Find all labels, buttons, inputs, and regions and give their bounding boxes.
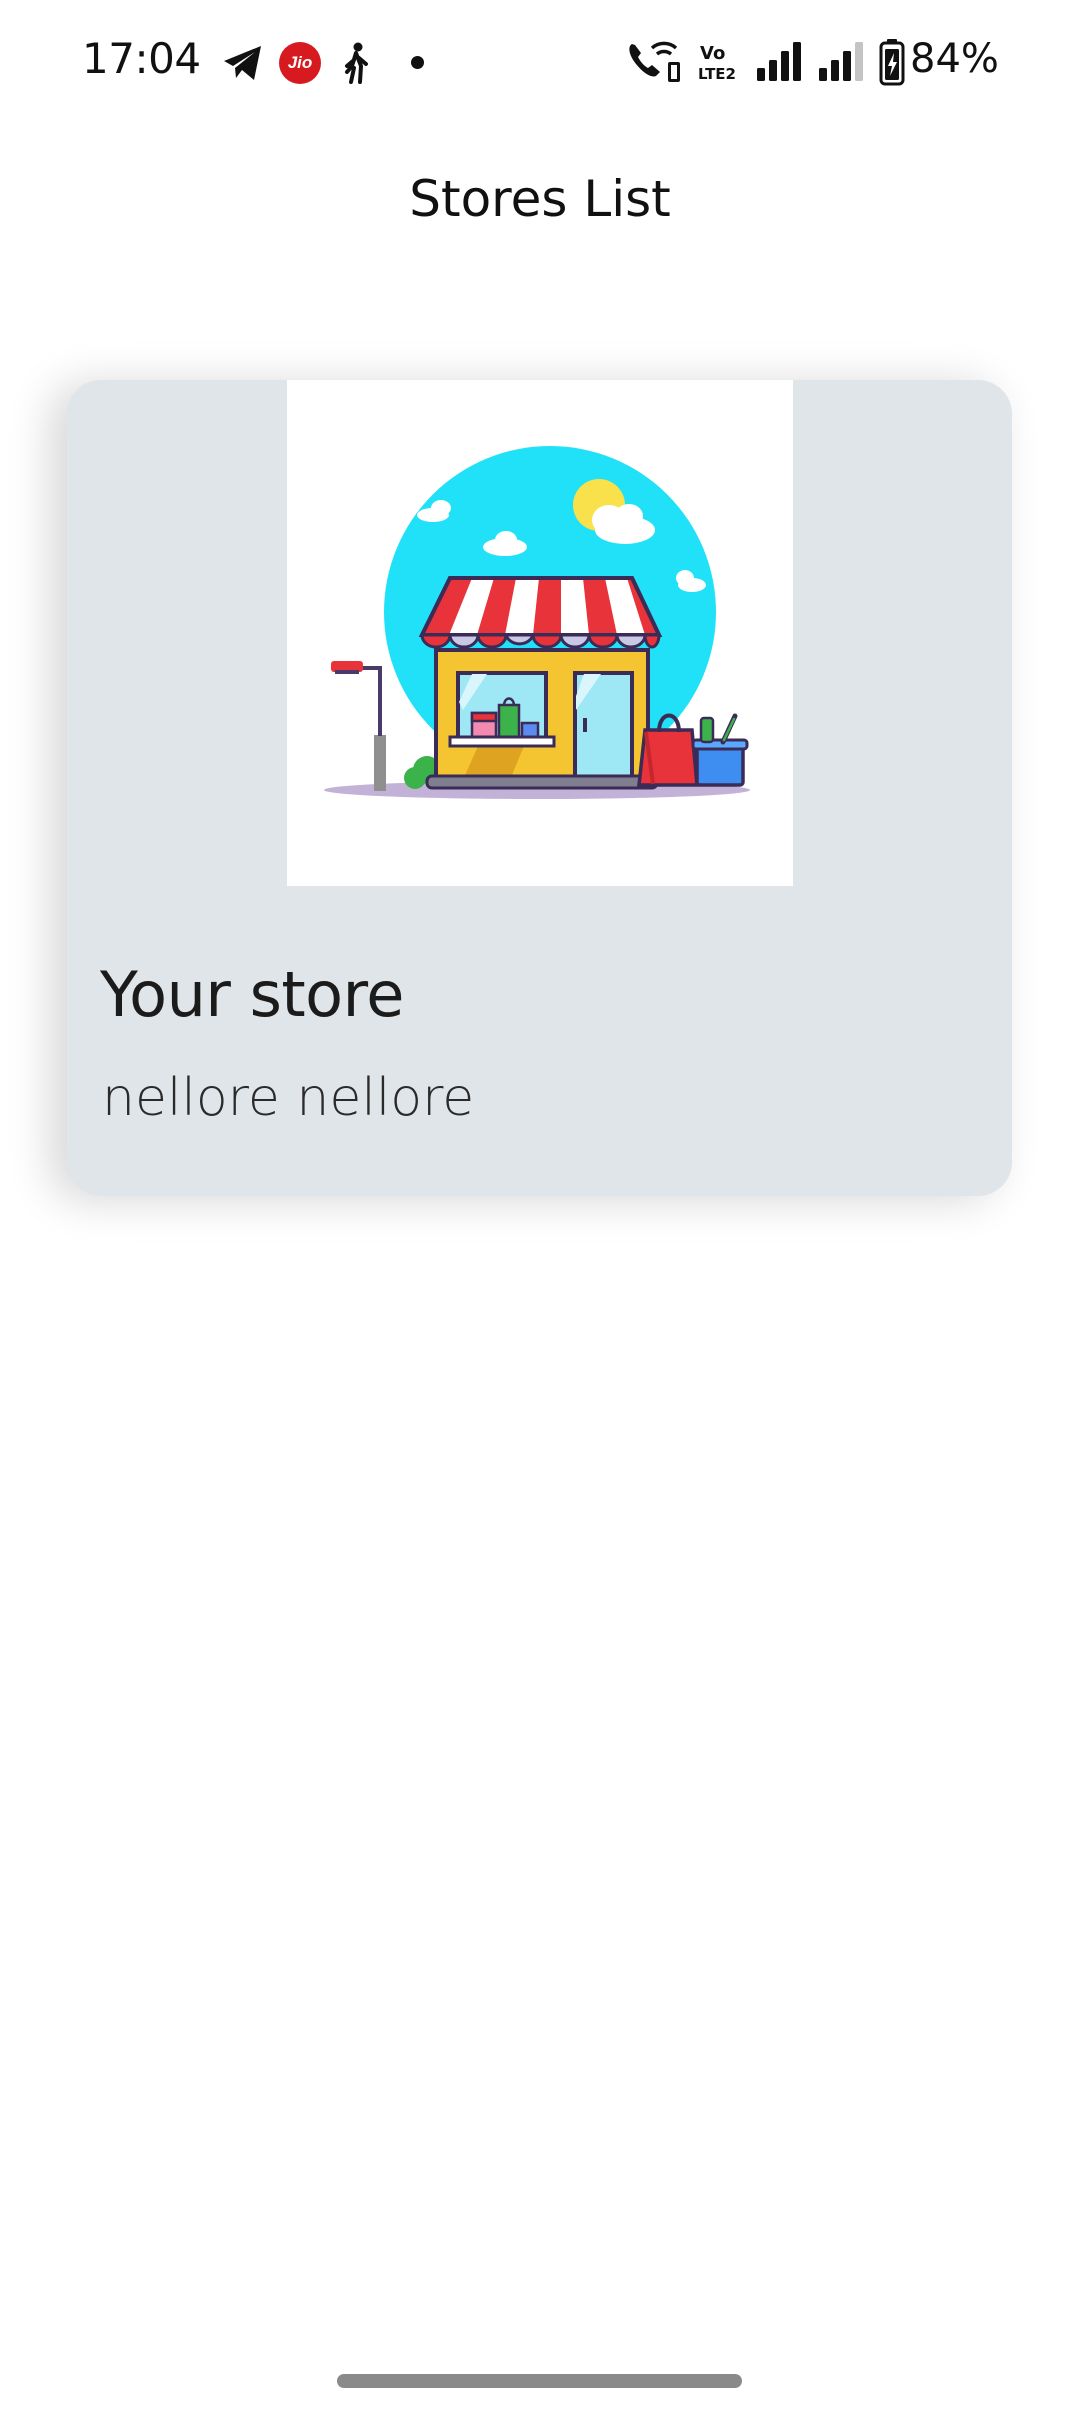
jio-icon: Jio — [279, 42, 321, 84]
signal-icon — [757, 42, 801, 81]
battery-percentage: 84% — [910, 36, 999, 82]
battery-charging-icon — [879, 39, 905, 86]
svg-text:Vo: Vo — [700, 43, 725, 64]
svg-text:LTE2: LTE2 — [698, 65, 736, 82]
store-address: nellore nellore — [102, 1068, 475, 1128]
wifi-calling-icon — [629, 41, 680, 82]
status-bar: 17:04 Jio Vo LTE2 84% — [0, 0, 1080, 125]
status-time: 17:04 — [82, 34, 201, 83]
walking-icon — [345, 42, 368, 84]
dot-icon — [411, 56, 424, 69]
page-title: Stores List — [409, 170, 671, 228]
store-name: Your store — [100, 958, 404, 1031]
store-image — [287, 380, 793, 886]
signal-icon — [819, 42, 863, 81]
storefront-illustration — [324, 446, 750, 799]
telegram-icon — [224, 46, 261, 80]
volte-icon: Vo LTE2 — [698, 43, 736, 82]
store-card[interactable]: Your store nellore nellore — [67, 380, 1012, 1196]
home-indicator[interactable] — [337, 2374, 742, 2388]
